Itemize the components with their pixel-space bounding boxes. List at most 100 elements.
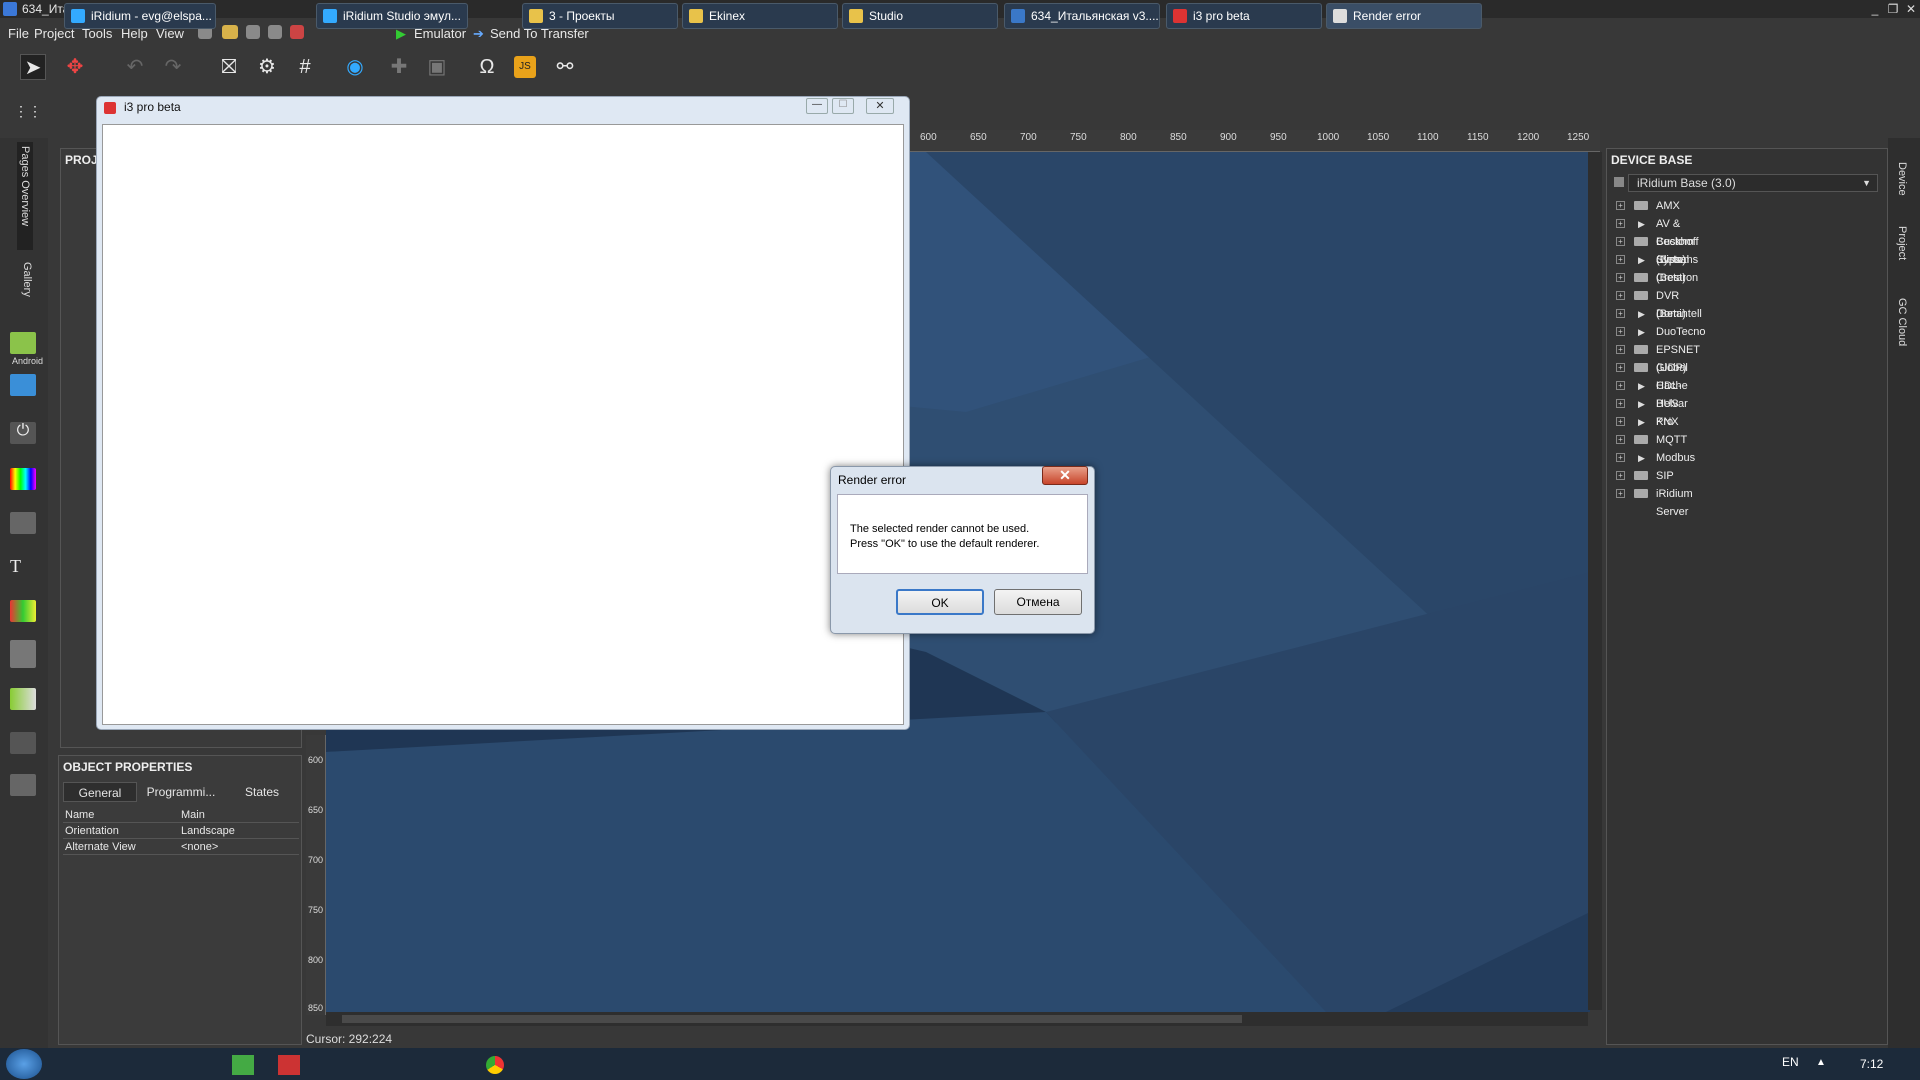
expand-toggle-icon[interactable]: + (1616, 273, 1625, 282)
send-arrow-icon: ➔ (473, 26, 484, 41)
quick-launch-icon[interactable] (232, 1055, 254, 1075)
ruler-label: 800 (308, 955, 324, 965)
prop-value[interactable]: Landscape (181, 823, 235, 839)
task-project-file[interactable]: 634_Итальянская v3.... (1004, 3, 1160, 29)
expand-toggle-icon[interactable]: + (1616, 489, 1625, 498)
module-icon[interactable]: ▣ (424, 54, 450, 80)
close-button[interactable]: ✕ (1904, 0, 1918, 18)
delete-device-icon[interactable]: ⛝ (216, 54, 242, 80)
dialog-message-line1: The selected render cannot be used. (850, 523, 1030, 535)
minimize-button[interactable]: _ (1868, 0, 1882, 18)
list-tool-icon[interactable] (10, 732, 36, 754)
expand-toggle-icon[interactable]: + (1616, 327, 1625, 336)
gallery-tab[interactable]: Gallery (21, 262, 33, 312)
text-tool-icon[interactable]: T (10, 556, 36, 578)
expand-toggle-icon[interactable]: + (1616, 309, 1625, 318)
clock[interactable]: 7:12 (1860, 1057, 1883, 1071)
color-palette-icon[interactable] (10, 468, 36, 490)
i3-minimize-button[interactable]: — (806, 98, 828, 114)
network-icon[interactable]: ◉ (342, 54, 368, 80)
expand-toggle-icon[interactable]: + (1616, 363, 1625, 372)
numeric-icon[interactable] (10, 640, 36, 668)
device-item-label: Helvar (1656, 398, 1688, 410)
expand-toggle-icon[interactable]: + (1616, 471, 1625, 480)
vertical-scrollbar[interactable] (1588, 152, 1602, 1010)
grid-icon[interactable]: # (292, 54, 318, 80)
undo-icon[interactable]: ↶ (122, 54, 148, 80)
select-pointer-icon[interactable]: ➤ (20, 54, 46, 80)
tab-general[interactable]: General (63, 782, 137, 802)
i3-maximize-button[interactable]: ☐ (832, 98, 854, 114)
ok-button[interactable]: OK (896, 589, 984, 615)
grid-snap-icon[interactable]: ⋮⋮ (14, 98, 42, 124)
prop-row-orientation[interactable]: Orientation Landscape (63, 823, 299, 839)
android-icon[interactable] (10, 332, 36, 354)
expand-toggle-icon[interactable]: + (1616, 237, 1625, 246)
omega-icon[interactable]: Ω (474, 54, 500, 80)
tab-states[interactable]: States (225, 782, 299, 802)
puzzle-icon[interactable]: ✚ (386, 54, 412, 80)
task-label: Studio (869, 9, 904, 23)
expand-toggle-icon[interactable]: + (1616, 291, 1625, 300)
expand-toggle-icon[interactable]: + (1616, 381, 1625, 390)
project-device-icon[interactable] (10, 374, 36, 396)
tab-device[interactable]: Device (1896, 162, 1908, 202)
expand-toggle-icon[interactable]: + (1616, 345, 1625, 354)
open-folder-icon[interactable] (222, 25, 238, 39)
image-tool-icon[interactable] (10, 600, 36, 622)
task-ekinex[interactable]: Ekinex (682, 3, 838, 29)
expand-toggle-icon[interactable]: + (1616, 435, 1625, 444)
expand-toggle-icon[interactable]: + (1616, 417, 1625, 426)
gears-icon[interactable]: ⚙ (254, 54, 280, 80)
task-projects[interactable]: 3 - Проекты (522, 3, 678, 29)
expand-toggle-icon[interactable]: + (1616, 201, 1625, 210)
right-tab-strip: Device Project GC Cloud (1888, 138, 1920, 1048)
chrome-icon[interactable] (486, 1056, 504, 1074)
up-down-icon[interactable] (10, 774, 36, 796)
start-button[interactable] (6, 1049, 42, 1079)
ruler-label: 800 (1120, 132, 1137, 143)
expand-toggle-icon[interactable]: + (1616, 399, 1625, 408)
tab-gc-cloud[interactable]: GC Cloud (1896, 298, 1908, 358)
expand-toggle-icon[interactable]: + (1616, 219, 1625, 228)
expand-toggle-icon[interactable]: + (1616, 255, 1625, 264)
tray-arrow-icon[interactable]: ▲ (1816, 1057, 1826, 1068)
horizontal-scrollbar[interactable] (326, 1012, 1588, 1026)
prop-value[interactable]: <none> (181, 839, 218, 855)
power-button-icon[interactable]: ⏻ (10, 422, 36, 444)
close-project-icon[interactable] (290, 25, 304, 39)
i3-close-button[interactable]: ✕ (866, 98, 894, 114)
task-iridium[interactable]: iRidium - evg@elspa... (64, 3, 216, 29)
text-field-icon[interactable] (10, 512, 36, 534)
scroll-thumb[interactable] (342, 1015, 1242, 1023)
menu-file[interactable]: File (8, 26, 29, 41)
prop-row-name[interactable]: Name Main (63, 807, 299, 823)
pages-overview-tab[interactable]: Pages Overview (17, 142, 33, 250)
prop-row-alternate-view[interactable]: Alternate View <none> (63, 839, 299, 855)
save-icon[interactable] (246, 25, 260, 39)
expand-toggle-icon[interactable]: + (1616, 453, 1625, 462)
dialog-close-button[interactable]: ✕ (1042, 466, 1088, 485)
language-indicator[interactable]: EN (1782, 1055, 1799, 1069)
acrobat-icon[interactable] (278, 1055, 300, 1075)
ruler-label: 700 (1020, 132, 1037, 143)
device-item-label: Domintell (1656, 308, 1702, 320)
ruler-label: 1250 (1567, 132, 1590, 143)
multi-select-icon[interactable]: ✥ (62, 54, 88, 80)
task-i3-pro-beta[interactable]: i3 pro beta (1166, 3, 1322, 29)
tab-programming[interactable]: Programmi... (139, 782, 223, 802)
javascript-icon[interactable]: JS (514, 56, 536, 78)
task-render-error[interactable]: Render error (1326, 3, 1482, 29)
tab-project[interactable]: Project (1896, 226, 1908, 276)
redo-icon[interactable]: ↷ (160, 54, 186, 80)
task-iridium-studio[interactable]: iRidium Studio эмул... (316, 3, 468, 29)
prop-value[interactable]: Main (181, 807, 205, 823)
link-icon[interactable]: ⚯ (552, 54, 578, 80)
task-studio[interactable]: Studio (842, 3, 998, 29)
save-all-icon[interactable] (268, 25, 282, 39)
task-label: i3 pro beta (1193, 9, 1250, 23)
device-base-select[interactable]: iRidium Base (3.0) ▼ (1628, 174, 1878, 192)
cancel-button[interactable]: Отмена (994, 589, 1082, 615)
slider-tool-icon[interactable] (10, 688, 36, 710)
maximize-button[interactable]: ❐ (1886, 0, 1900, 18)
